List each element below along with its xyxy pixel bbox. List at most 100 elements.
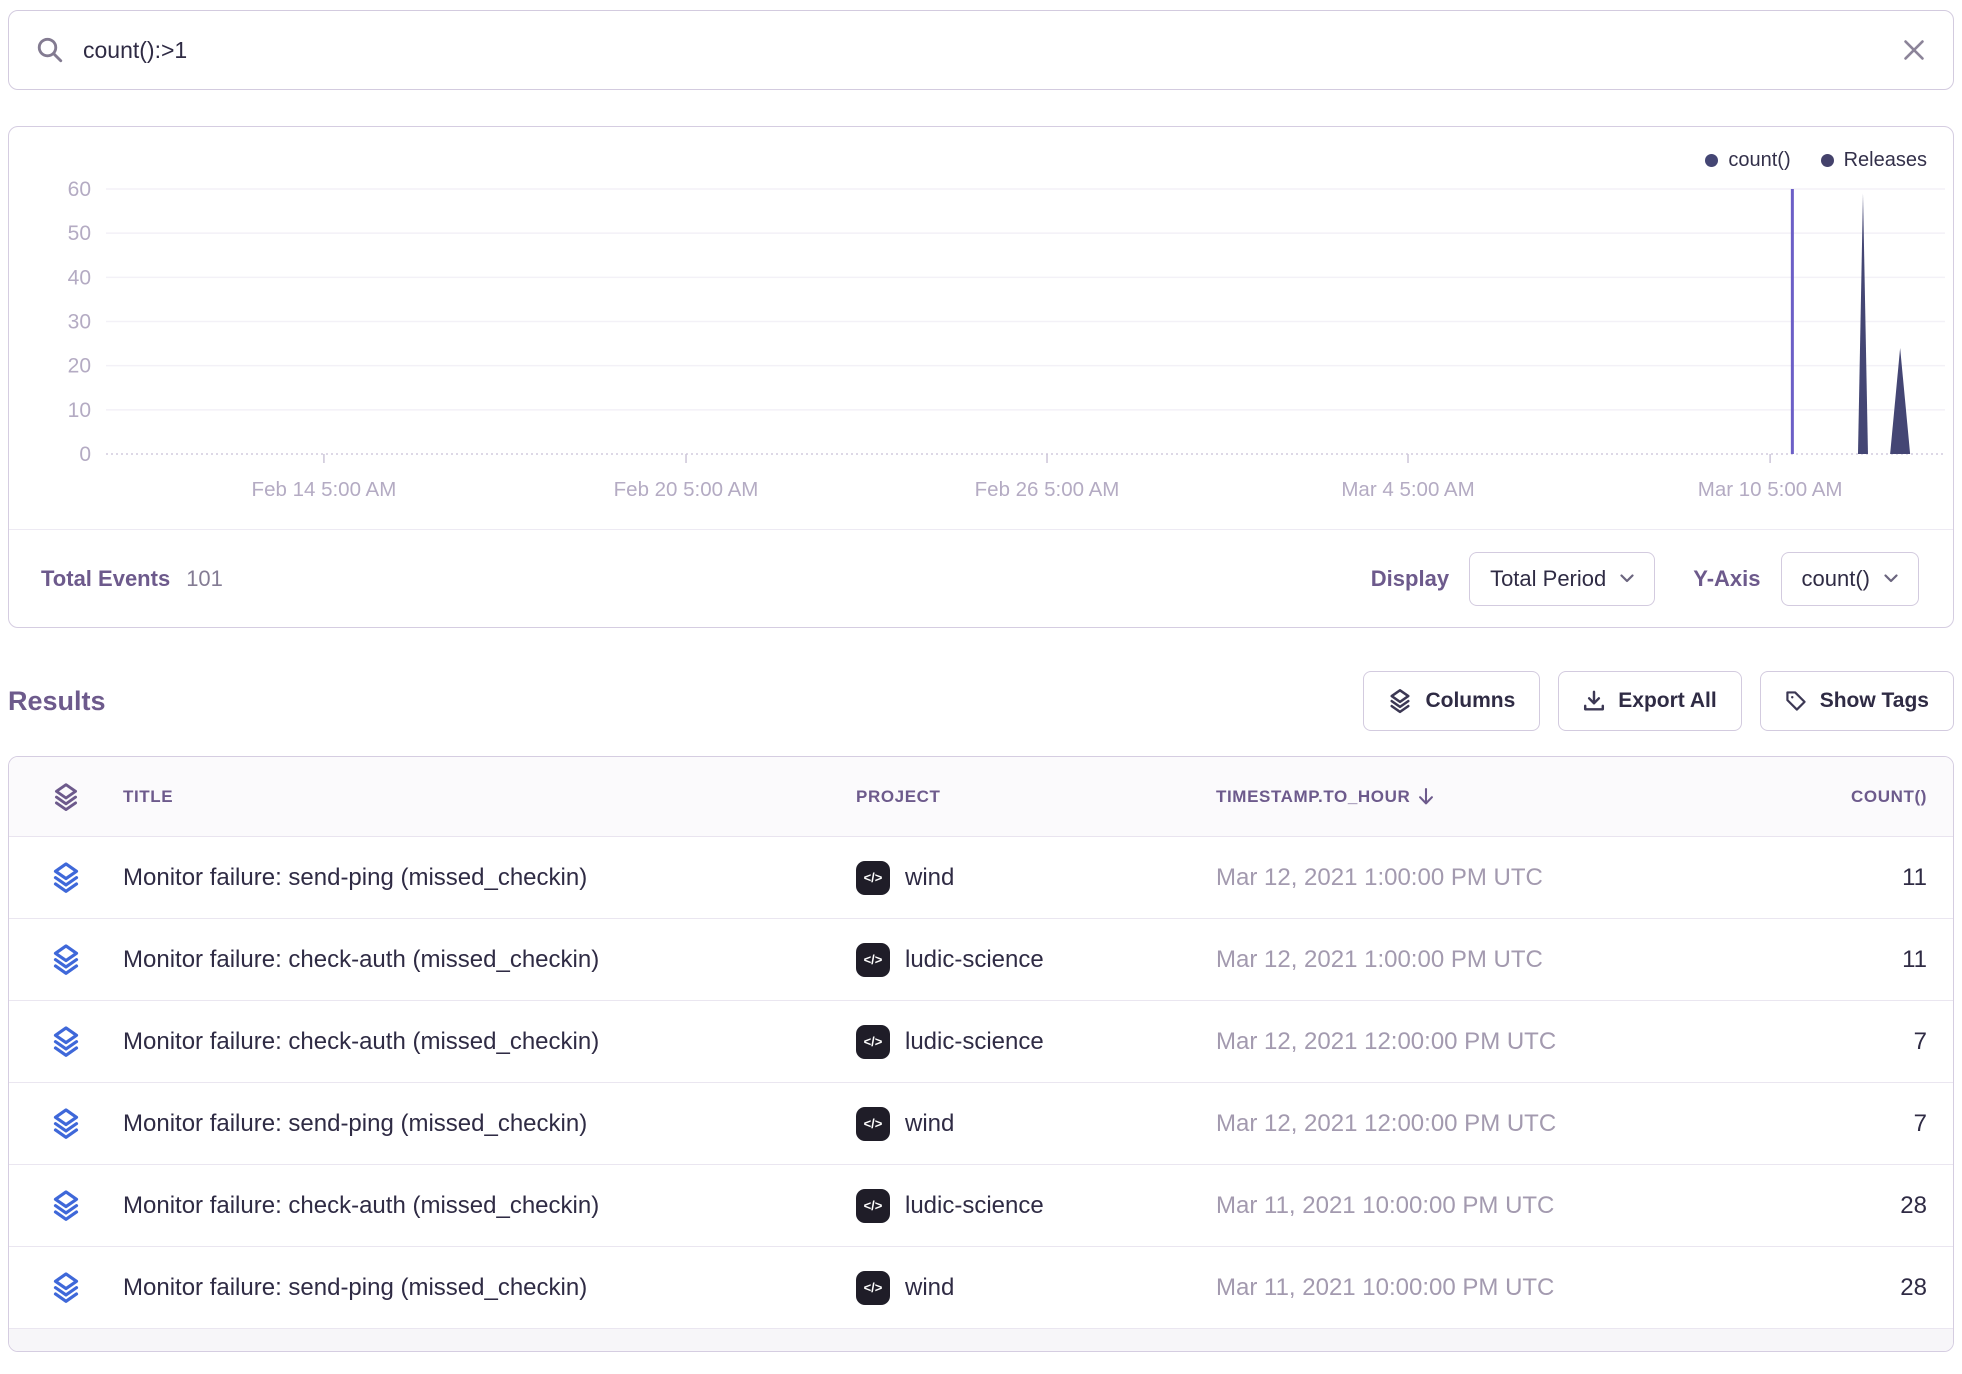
project-platform-icon: </> (856, 1189, 890, 1223)
events-chart-panel: count() Releases 0102030405060Feb 14 5:0… (8, 126, 1954, 628)
tag-icon (1785, 690, 1807, 712)
svg-text:50: 50 (68, 222, 91, 245)
table-row: Monitor failure: send-ping (missed_check… (9, 1247, 1953, 1329)
project-platform-icon: </> (856, 861, 890, 895)
clear-search-icon[interactable] (1901, 37, 1927, 63)
search-input[interactable] (83, 37, 1901, 64)
cell-title: Monitor failure: send-ping (missed_check… (123, 1274, 856, 1302)
cell-timestamp: Mar 12, 2021 12:00:00 PM UTC (1216, 1028, 1757, 1056)
table-row: Monitor failure: send-ping (missed_check… (9, 1083, 1953, 1165)
cell-project: </> ludic-science (856, 1025, 1216, 1059)
svg-text:Feb 20 5:00 AM: Feb 20 5:00 AM (614, 478, 759, 501)
columns-button-label: Columns (1425, 689, 1515, 713)
project-name: ludic-science (905, 1192, 1044, 1220)
project-platform-icon: </> (856, 943, 890, 977)
cell-timestamp: Mar 11, 2021 10:00:00 PM UTC (1216, 1192, 1757, 1220)
cell-timestamp: Mar 12, 2021 12:00:00 PM UTC (1216, 1110, 1757, 1138)
svg-text:10: 10 (68, 399, 91, 422)
svg-text:Mar 10 5:00 AM: Mar 10 5:00 AM (1698, 478, 1843, 501)
stack-icon (9, 1271, 123, 1304)
export-all-button-label: Export All (1618, 689, 1716, 713)
cell-title: Monitor failure: send-ping (missed_check… (123, 1110, 856, 1138)
svg-text:Mar 4 5:00 AM: Mar 4 5:00 AM (1341, 478, 1474, 501)
column-header-count[interactable]: COUNT() (1757, 787, 1953, 807)
stack-icon (9, 943, 123, 976)
cell-count: 28 (1757, 1192, 1953, 1220)
legend-item-count[interactable]: count() (1705, 149, 1790, 172)
project-platform-icon: </> (856, 1025, 890, 1059)
legend-dot-releases (1821, 154, 1834, 167)
chevron-down-icon (1884, 574, 1898, 583)
columns-icon (1388, 688, 1412, 714)
show-tags-button[interactable]: Show Tags (1760, 671, 1954, 731)
project-name: ludic-science (905, 946, 1044, 974)
cell-project: </> wind (856, 1107, 1216, 1141)
cell-timestamp: Mar 12, 2021 1:00:00 PM UTC (1216, 946, 1757, 974)
cell-count: 28 (1757, 1274, 1953, 1302)
columns-button[interactable]: Columns (1363, 671, 1540, 731)
svg-text:0: 0 (79, 443, 91, 466)
cell-title: Monitor failure: check-auth (missed_chec… (123, 1192, 856, 1220)
table-row: Monitor failure: check-auth (missed_chec… (9, 1165, 1953, 1247)
stack-icon (9, 1189, 123, 1222)
results-table: TITLE PROJECT TIMESTAMP.TO_HOUR COUNT() … (8, 756, 1954, 1352)
export-all-button[interactable]: Export All (1558, 671, 1741, 731)
cell-title: Monitor failure: check-auth (missed_chec… (123, 946, 856, 974)
cell-count: 11 (1757, 864, 1953, 892)
legend-label: Releases (1844, 149, 1927, 172)
search-icon (35, 35, 65, 65)
cell-count: 7 (1757, 1110, 1953, 1138)
cell-project: </> ludic-science (856, 1189, 1216, 1223)
y-axis-dropdown[interactable]: count() (1781, 552, 1919, 606)
legend-label: count() (1728, 149, 1790, 172)
legend-item-releases[interactable]: Releases (1821, 149, 1927, 172)
project-name: wind (905, 1110, 954, 1138)
stack-icon (9, 1107, 123, 1140)
stack-icon (9, 1025, 123, 1058)
project-platform-icon: </> (856, 1271, 890, 1305)
cell-timestamp: Mar 11, 2021 10:00:00 PM UTC (1216, 1274, 1757, 1302)
table-row: Monitor failure: send-ping (missed_check… (9, 837, 1953, 919)
project-name: wind (905, 1274, 954, 1302)
chart-footer: Total Events 101 Display Total Period Y-… (9, 529, 1953, 627)
project-name: ludic-science (905, 1028, 1044, 1056)
chart-legend: count() Releases (1705, 149, 1927, 172)
cell-count: 7 (1757, 1028, 1953, 1056)
stack-icon (9, 861, 123, 894)
table-row: Monitor failure: check-auth (missed_chec… (9, 919, 1953, 1001)
stack-icon (9, 782, 123, 812)
cell-project: </> ludic-science (856, 943, 1216, 977)
table-footer-strip (9, 1329, 1953, 1351)
cell-count: 11 (1757, 946, 1953, 974)
total-events-value: 101 (186, 566, 223, 592)
svg-text:60: 60 (68, 178, 91, 201)
results-heading: Results (8, 686, 106, 717)
cell-timestamp: Mar 12, 2021 1:00:00 PM UTC (1216, 864, 1757, 892)
cell-title: Monitor failure: check-auth (missed_chec… (123, 1028, 856, 1056)
table-row: Monitor failure: check-auth (missed_chec… (9, 1001, 1953, 1083)
cell-title: Monitor failure: send-ping (missed_check… (123, 864, 856, 892)
events-chart: 0102030405060Feb 14 5:00 AMFeb 20 5:00 A… (9, 127, 1952, 519)
y-axis-label: Y-Axis (1693, 566, 1760, 592)
display-dropdown[interactable]: Total Period (1469, 552, 1655, 606)
column-header-timestamp[interactable]: TIMESTAMP.TO_HOUR (1216, 787, 1757, 807)
search-bar (8, 10, 1954, 90)
column-header-title[interactable]: TITLE (123, 787, 856, 807)
legend-dot-count (1705, 154, 1718, 167)
display-dropdown-value: Total Period (1490, 566, 1606, 592)
cell-project: </> wind (856, 1271, 1216, 1305)
y-axis-dropdown-value: count() (1802, 566, 1870, 592)
chevron-down-icon (1620, 574, 1634, 583)
svg-text:30: 30 (68, 311, 91, 334)
total-events-label: Total Events (41, 566, 170, 592)
svg-text:Feb 14 5:00 AM: Feb 14 5:00 AM (252, 478, 397, 501)
display-label: Display (1371, 566, 1449, 592)
show-tags-button-label: Show Tags (1820, 689, 1929, 713)
column-header-project[interactable]: PROJECT (856, 787, 1216, 807)
svg-text:Feb 26 5:00 AM: Feb 26 5:00 AM (975, 478, 1120, 501)
project-platform-icon: </> (856, 1107, 890, 1141)
results-header-row: Results Columns Export All (8, 670, 1954, 732)
sort-desc-icon (1418, 787, 1434, 806)
svg-text:40: 40 (68, 266, 91, 289)
discover-page: count() Releases 0102030405060Feb 14 5:0… (0, 0, 1962, 1352)
